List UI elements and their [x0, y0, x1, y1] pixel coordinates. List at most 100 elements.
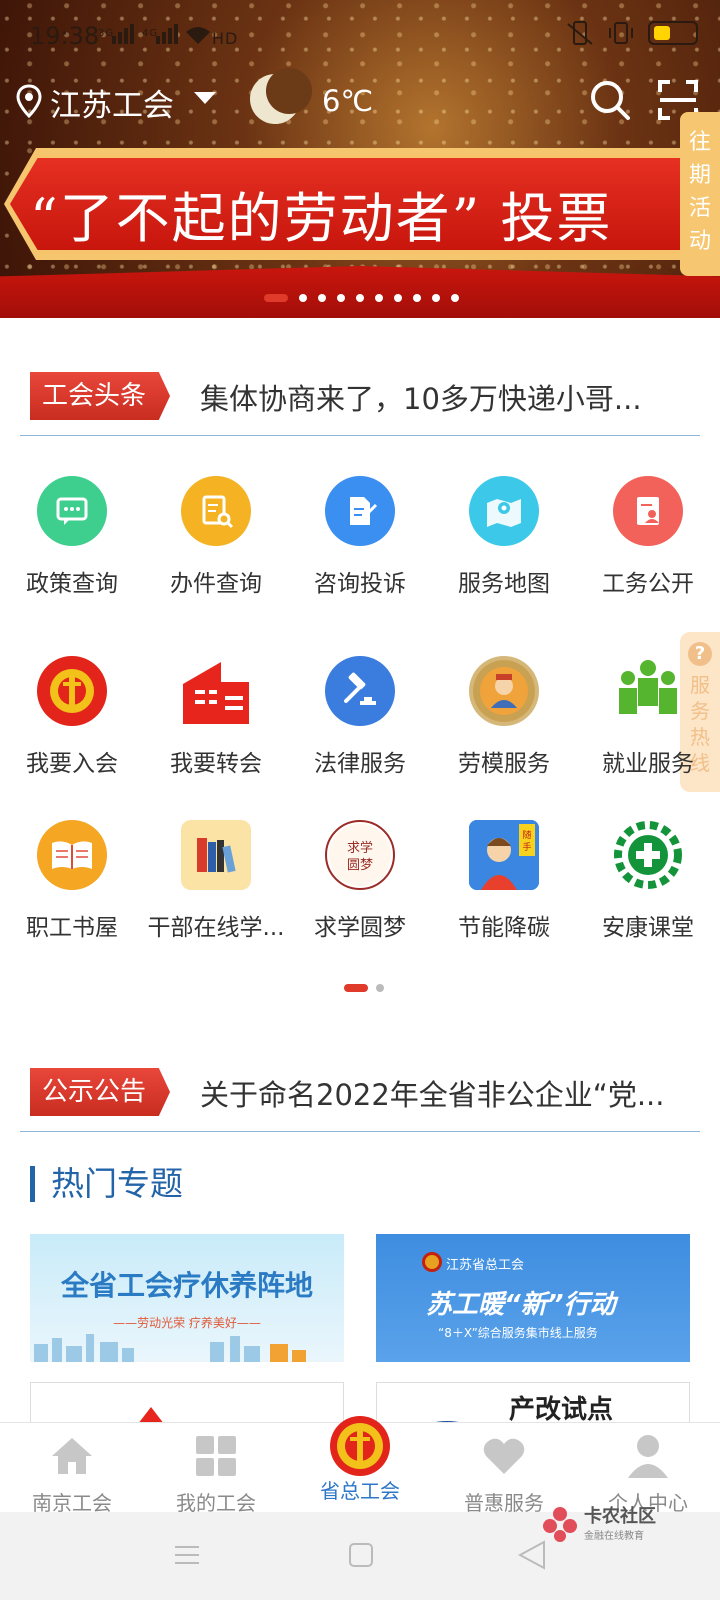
- banner-dot[interactable]: [299, 294, 307, 302]
- network-indicator: 3G 4G HD: [98, 22, 238, 53]
- banner-title: “了不起的劳动者” 投票: [30, 187, 613, 250]
- grid-label: 服务地图: [458, 571, 550, 597]
- grid-item-cadre-online-study[interactable]: 干部在线学...: [144, 820, 288, 942]
- nav-item-my-union[interactable]: 我的工会: [144, 1423, 288, 1515]
- grid-label: 求学圆梦: [314, 915, 406, 941]
- menu-icon[interactable]: [174, 1542, 200, 1568]
- union-logo-icon: [422, 1252, 442, 1272]
- grid-item-ankang-class[interactable]: 安康课堂: [576, 820, 720, 942]
- app-page: 19:38 3G 4G HD 江苏工会 6℃ “了不起的劳动者” 投票 往期活动…: [0, 0, 720, 1600]
- grid-label: 干部在线学...: [147, 915, 285, 941]
- grid-item-affairs-public[interactable]: 工务公开: [576, 476, 720, 598]
- grid-item-case-query[interactable]: 办件查询: [144, 476, 288, 598]
- green-cross-icon: [613, 820, 683, 890]
- search-icon[interactable]: [588, 78, 632, 122]
- topic-card-subtitle: “8＋X”综合服务集市线上服务: [438, 1326, 598, 1340]
- union-logo-icon: [288, 1411, 432, 1481]
- grid-page-dot[interactable]: [344, 984, 368, 992]
- watermark-subtitle: 金融在线教育: [584, 1530, 644, 1542]
- grid-label: 就业服务: [602, 751, 694, 777]
- grid-item-transfer-union[interactable]: 我要转会: [144, 656, 288, 778]
- grid-item-employment[interactable]: 就业服务: [576, 656, 720, 778]
- status-time: 19:38: [30, 22, 100, 50]
- topic-card[interactable]: 江苏省总工会 苏工暖“新”行动 “8＋X”综合服务集市线上服务: [376, 1234, 690, 1362]
- grid-label: 工务公开: [602, 571, 694, 597]
- grid-label: 节能降碳: [458, 915, 550, 941]
- grid-item-join-union[interactable]: 我要入会: [0, 656, 144, 778]
- nav-item-personal-center[interactable]: 个人中心: [576, 1423, 720, 1515]
- rotate-icon: [609, 22, 633, 44]
- grid-item-service-map[interactable]: 服务地图: [432, 476, 576, 598]
- banner-dot[interactable]: [264, 294, 288, 302]
- grid-item-policy-query[interactable]: 政策查询: [0, 476, 144, 598]
- union-logo-icon: [37, 656, 107, 726]
- map-pin-icon: [469, 476, 539, 546]
- books-icon: [181, 820, 251, 890]
- topic-card[interactable]: 全省工会疗休养阵地 ——劳动光荣 疗养美好——: [30, 1234, 344, 1362]
- grid-item-model-worker[interactable]: 劳模服务: [432, 656, 576, 778]
- person-doc-icon: [613, 476, 683, 546]
- banner-dot[interactable]: [394, 294, 402, 302]
- location-pin-icon[interactable]: [16, 84, 42, 118]
- grid-page-dot[interactable]: [376, 984, 384, 992]
- top-bar: 江苏工会 6℃: [0, 68, 720, 128]
- banner-dot[interactable]: [413, 294, 421, 302]
- banner-dot[interactable]: [375, 294, 383, 302]
- moon-icon: [250, 68, 312, 124]
- edit-doc-icon: [325, 476, 395, 546]
- doc-search-icon: [181, 476, 251, 546]
- notice-news-strip[interactable]: 公示公告 关于命名2022年全省非公企业“党...: [20, 1052, 700, 1132]
- section-title: 热门专题: [30, 1166, 183, 1202]
- news-headline[interactable]: 关于命名2022年全省非公企业“党...: [200, 1072, 664, 1114]
- banner-dot[interactable]: [432, 294, 440, 302]
- vibrate-icon: [567, 21, 593, 45]
- svg-text:4G: 4G: [142, 28, 158, 39]
- service-grid-row-3: 职工书屋 干部在线学... 求学 圆梦 求学圆梦 随手 节能降碳 安康课堂: [0, 820, 720, 942]
- grid-label: 法律服务: [314, 751, 406, 777]
- chevron-down-icon[interactable]: [194, 92, 216, 104]
- people-icon: [613, 656, 683, 726]
- topic-card-org: 江苏省总工会: [446, 1258, 525, 1273]
- banner-dot[interactable]: [337, 294, 345, 302]
- banner-dot[interactable]: [451, 294, 459, 302]
- study-dream-icon: 求学 圆梦: [325, 820, 395, 890]
- topic-card-title: 苏工暖“新”行动: [426, 1290, 616, 1320]
- grid-item-consult-complaint[interactable]: 咨询投诉: [288, 476, 432, 598]
- gavel-icon: [325, 656, 395, 726]
- grid-icon: [144, 1431, 288, 1481]
- banner-dot[interactable]: [318, 294, 326, 302]
- past-events-tab[interactable]: 往期活动: [680, 112, 720, 276]
- grid-item-energy-saving[interactable]: 随手 节能降碳: [432, 820, 576, 942]
- grid-item-legal-service[interactable]: 法律服务: [288, 656, 432, 778]
- battery-icon: [648, 21, 698, 45]
- nav-item-benefits[interactable]: 普惠服务: [432, 1423, 576, 1515]
- city-skyline-icon: [34, 1334, 306, 1362]
- person-icon: [576, 1431, 720, 1481]
- grid-label: 咨询投诉: [314, 571, 406, 597]
- nav-item-nanjing-union[interactable]: 南京工会: [0, 1423, 144, 1515]
- banner-base: [0, 266, 720, 318]
- heart-icon: [432, 1431, 576, 1481]
- home-square-icon[interactable]: [348, 1542, 374, 1568]
- watermark: 卡农社区 金融在线教育: [542, 1506, 656, 1542]
- grid-label: 职工书屋: [26, 915, 118, 941]
- svg-text:手: 手: [522, 841, 531, 853]
- banner-dot[interactable]: [356, 294, 364, 302]
- grid-label: 政策查询: [26, 571, 118, 597]
- grid-label: 劳模服务: [458, 751, 550, 777]
- grid-item-worker-bookhouse[interactable]: 职工书屋: [0, 820, 144, 942]
- grid-item-study-dream[interactable]: 求学 圆梦 求学圆梦: [288, 820, 432, 942]
- grid-label: 办件查询: [170, 571, 262, 597]
- back-icon[interactable]: [518, 1540, 546, 1570]
- nav-item-provincial-union[interactable]: 省总工会: [288, 1416, 432, 1512]
- location-name[interactable]: 江苏工会: [50, 80, 174, 125]
- status-right: [566, 20, 698, 46]
- headline-news-strip[interactable]: 工会头条 集体协商来了，10多万快递小哥...: [20, 356, 700, 436]
- svg-text:HD: HD: [212, 29, 238, 48]
- news-headline[interactable]: 集体协商来了，10多万快递小哥...: [200, 376, 642, 418]
- topic-card-title: 全省工会疗休养阵地: [60, 1269, 313, 1302]
- watermark-title: 卡农社区: [584, 1505, 656, 1527]
- grid-label: 我要入会: [26, 751, 118, 777]
- medal-icon: [469, 656, 539, 726]
- home-icon: [0, 1431, 144, 1481]
